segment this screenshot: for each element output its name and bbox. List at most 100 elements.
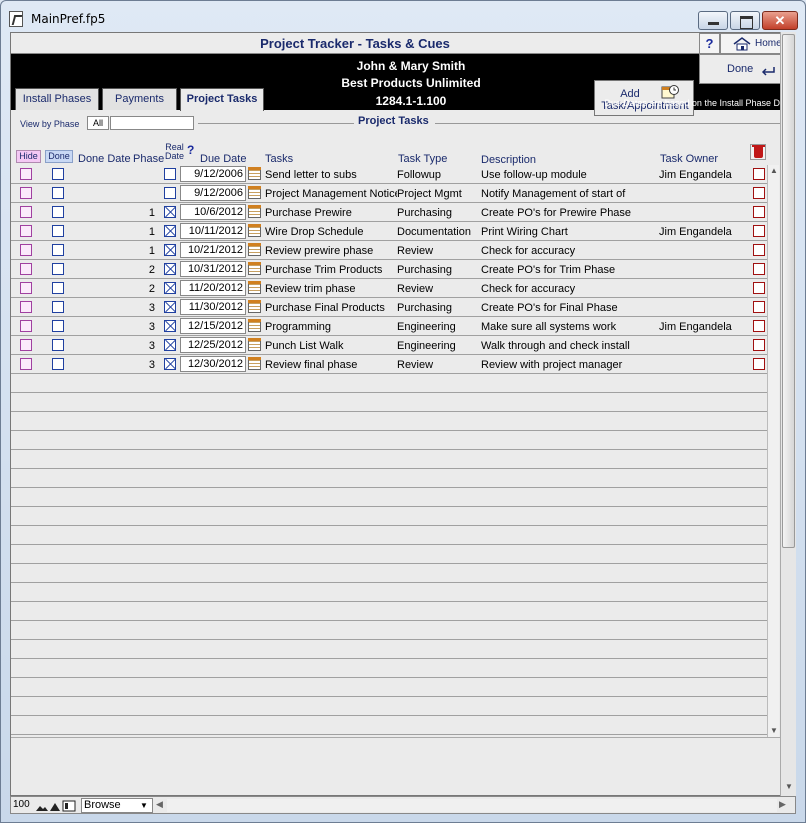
calendar-icon[interactable] <box>248 262 261 275</box>
horizontal-scrollbar[interactable] <box>167 799 777 812</box>
done-checkbox[interactable] <box>52 244 64 256</box>
description-cell[interactable]: Create PO's for Prewire Phase <box>481 207 657 219</box>
due-date-field[interactable]: 10/6/2012 <box>180 204 246 220</box>
delete-row-checkbox[interactable] <box>753 168 765 180</box>
zoom-level[interactable]: 100 <box>13 799 30 810</box>
hide-checkbox[interactable] <box>20 263 32 275</box>
task-type-cell[interactable]: Engineering <box>397 321 479 333</box>
scroll-down-arrow[interactable]: ▼ <box>781 782 797 794</box>
tab-install-phases[interactable]: Install Phases <box>15 88 99 110</box>
delete-row-checkbox[interactable] <box>753 263 765 275</box>
done-checkbox[interactable] <box>52 301 64 313</box>
task-cell[interactable]: Purchase Prewire <box>265 207 397 219</box>
window-vertical-scrollbar[interactable]: ▼ <box>780 32 796 796</box>
close-button[interactable]: ✕ <box>762 11 798 30</box>
description-cell[interactable]: Check for accuracy <box>481 245 657 257</box>
real-date-checkbox[interactable] <box>164 282 176 294</box>
delete-all-button[interactable] <box>750 144 766 160</box>
phase-cell[interactable]: 2 <box>129 264 155 276</box>
due-date-field[interactable]: 10/11/2012 <box>180 223 246 239</box>
real-date-checkbox[interactable] <box>164 358 176 370</box>
done-checkbox[interactable] <box>52 339 64 351</box>
task-type-cell[interactable]: Review <box>397 283 479 295</box>
description-cell[interactable]: Print Wiring Chart <box>481 226 657 238</box>
real-date-checkbox[interactable] <box>164 225 176 237</box>
portal-scrollbar[interactable]: ▲ ▼ <box>767 165 779 737</box>
calendar-icon[interactable] <box>248 243 261 256</box>
task-cell[interactable]: Wire Drop Schedule <box>265 226 397 238</box>
calendar-icon[interactable] <box>248 205 261 218</box>
hide-checkbox[interactable] <box>20 168 32 180</box>
phase-cell[interactable]: 1 <box>129 226 155 238</box>
delete-row-checkbox[interactable] <box>753 320 765 332</box>
calendar-icon[interactable] <box>248 167 261 180</box>
calendar-icon[interactable] <box>248 338 261 351</box>
task-owner-cell[interactable]: Jim Engandela <box>659 321 751 333</box>
done-checkbox[interactable] <box>52 168 64 180</box>
hide-checkbox[interactable] <box>20 244 32 256</box>
calendar-icon[interactable] <box>248 224 261 237</box>
task-cell[interactable]: Review final phase <box>265 359 397 371</box>
due-date-field[interactable]: 9/12/2006 <box>180 185 246 201</box>
phase-cell[interactable]: 1 <box>129 245 155 257</box>
description-cell[interactable]: Use follow-up module <box>481 169 657 181</box>
zoom-mountain-icons[interactable] <box>35 800 77 812</box>
done-checkbox[interactable] <box>52 206 64 218</box>
description-cell[interactable]: Make sure all systems work <box>481 321 657 333</box>
delete-row-checkbox[interactable] <box>753 206 765 218</box>
phase-cell[interactable]: 3 <box>129 359 155 371</box>
description-cell[interactable]: Create PO's for Trim Phase <box>481 264 657 276</box>
hide-column-button[interactable]: Hide <box>16 150 41 163</box>
maximize-button[interactable] <box>730 11 760 30</box>
task-cell[interactable]: Programming <box>265 321 397 333</box>
delete-row-checkbox[interactable] <box>753 282 765 294</box>
task-cell[interactable]: Review trim phase <box>265 283 397 295</box>
task-type-cell[interactable]: Followup <box>397 169 479 181</box>
due-date-field[interactable]: 10/31/2012 <box>180 261 246 277</box>
all-phases-button[interactable]: All <box>87 116 109 130</box>
delete-row-checkbox[interactable] <box>753 301 765 313</box>
task-type-cell[interactable]: Engineering <box>397 340 479 352</box>
delete-row-checkbox[interactable] <box>753 358 765 370</box>
hide-checkbox[interactable] <box>20 206 32 218</box>
real-date-checkbox[interactable] <box>164 301 176 313</box>
scrollbar-thumb[interactable] <box>782 34 795 548</box>
done-checkbox[interactable] <box>52 320 64 332</box>
help-button[interactable]: ? <box>699 33 720 54</box>
hide-checkbox[interactable] <box>20 339 32 351</box>
description-cell[interactable]: Walk through and check install <box>481 340 657 352</box>
task-owner-cell[interactable]: Jim Engandela <box>659 226 751 238</box>
hide-checkbox[interactable] <box>20 301 32 313</box>
real-date-checkbox[interactable] <box>164 244 176 256</box>
due-date-field[interactable]: 12/15/2012 <box>180 318 246 334</box>
phase-cell[interactable]: 3 <box>129 302 155 314</box>
task-cell[interactable]: Punch List Walk <box>265 340 397 352</box>
task-type-cell[interactable]: Documentation <box>397 226 479 238</box>
description-cell[interactable]: Notify Management of start of <box>481 188 657 200</box>
real-date-checkbox[interactable] <box>164 168 176 180</box>
scroll-right-arrow[interactable]: ▶ <box>779 799 786 810</box>
minimize-button[interactable] <box>698 11 728 30</box>
done-checkbox[interactable] <box>52 187 64 199</box>
calendar-icon[interactable] <box>248 186 261 199</box>
task-type-cell[interactable]: Purchasing <box>397 207 479 219</box>
hide-checkbox[interactable] <box>20 225 32 237</box>
task-type-cell[interactable]: Purchasing <box>397 302 479 314</box>
real-date-checkbox[interactable] <box>164 263 176 275</box>
phase-cell[interactable]: 1 <box>129 207 155 219</box>
task-cell[interactable]: Project Management Notice <box>265 188 397 200</box>
phase-cell[interactable]: 2 <box>129 283 155 295</box>
delete-row-checkbox[interactable] <box>753 244 765 256</box>
description-cell[interactable]: Review with project manager <box>481 359 657 371</box>
description-cell[interactable]: Check for accuracy <box>481 283 657 295</box>
description-cell[interactable]: Create PO's for Final Phase <box>481 302 657 314</box>
real-date-checkbox[interactable] <box>164 206 176 218</box>
task-type-cell[interactable]: Project Mgmt <box>397 188 479 200</box>
task-cell[interactable]: Purchase Trim Products <box>265 264 397 276</box>
done-checkbox[interactable] <box>52 358 64 370</box>
calendar-icon[interactable] <box>248 357 261 370</box>
done-column-button[interactable]: Done <box>45 150 73 163</box>
done-checkbox[interactable] <box>52 263 64 275</box>
hide-checkbox[interactable] <box>20 358 32 370</box>
task-owner-cell[interactable]: Jim Engandela <box>659 169 751 181</box>
